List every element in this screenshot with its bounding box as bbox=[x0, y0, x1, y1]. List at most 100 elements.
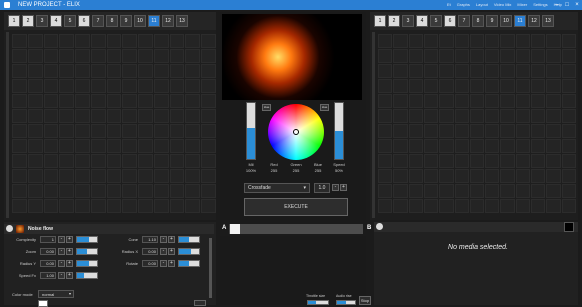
clip-slot[interactable] bbox=[201, 184, 216, 198]
clip-slot[interactable] bbox=[12, 139, 27, 153]
clip-slot[interactable] bbox=[12, 49, 27, 63]
transition-time-input[interactable]: 1.0 bbox=[314, 183, 330, 193]
clip-slot[interactable] bbox=[201, 199, 216, 213]
clip-slot[interactable] bbox=[515, 109, 531, 123]
clip-slot[interactable] bbox=[75, 184, 90, 198]
clip-slot[interactable] bbox=[439, 79, 454, 93]
clip-slot[interactable] bbox=[75, 79, 90, 93]
clip-slot[interactable] bbox=[59, 79, 75, 93]
hue-box[interactable]: Hue bbox=[262, 104, 271, 111]
param-decrement-button[interactable]: - bbox=[160, 260, 167, 267]
clip-slot[interactable] bbox=[515, 79, 531, 93]
clip-slot[interactable] bbox=[408, 154, 423, 168]
fx-param-slider[interactable] bbox=[76, 236, 98, 243]
clip-slot[interactable] bbox=[185, 124, 201, 138]
param-decrement-button[interactable]: - bbox=[160, 236, 167, 243]
clip-slot[interactable] bbox=[393, 184, 408, 198]
clip-slot[interactable] bbox=[469, 109, 485, 123]
deck-thumb-2[interactable]: 2 bbox=[388, 15, 400, 27]
clip-slot[interactable] bbox=[469, 94, 485, 108]
clip-slot[interactable] bbox=[439, 94, 454, 108]
clip-slot[interactable] bbox=[106, 109, 122, 123]
right-deck-scrollbar[interactable] bbox=[372, 32, 375, 218]
clip-slot[interactable] bbox=[515, 169, 531, 183]
clip-slot[interactable] bbox=[106, 154, 122, 168]
fx-param-slider[interactable] bbox=[76, 248, 98, 255]
clip-slot[interactable] bbox=[561, 139, 576, 153]
clip-slot[interactable] bbox=[138, 94, 153, 108]
clip-slot[interactable] bbox=[12, 184, 27, 198]
clip-slot[interactable] bbox=[546, 79, 561, 93]
clip-slot[interactable] bbox=[153, 184, 169, 198]
clip-slot[interactable] bbox=[90, 34, 106, 48]
clip-slot[interactable] bbox=[485, 64, 500, 78]
clip-slot[interactable] bbox=[75, 154, 90, 168]
clip-slot[interactable] bbox=[153, 139, 169, 153]
clip-slot[interactable] bbox=[12, 199, 27, 213]
clip-slot[interactable] bbox=[500, 64, 515, 78]
clip-slot[interactable] bbox=[90, 139, 106, 153]
clip-slot[interactable] bbox=[185, 49, 201, 63]
clip-slot[interactable] bbox=[59, 64, 75, 78]
deck-thumb-9[interactable]: 9 bbox=[486, 15, 498, 27]
param-decrement-button[interactable]: - bbox=[58, 236, 65, 243]
fx-param-value[interactable]: 1.00 bbox=[40, 272, 56, 279]
clip-slot[interactable] bbox=[122, 184, 138, 198]
deck-thumb-1[interactable]: 1 bbox=[374, 15, 386, 27]
clip-slot[interactable] bbox=[138, 49, 153, 63]
clip-slot[interactable] bbox=[122, 109, 138, 123]
menu-item[interactable]: Et bbox=[447, 2, 451, 7]
clip-slot[interactable] bbox=[122, 64, 138, 78]
clip-slot[interactable] bbox=[27, 184, 43, 198]
clip-slot[interactable] bbox=[378, 199, 393, 213]
clip-slot[interactable] bbox=[454, 139, 469, 153]
time-decrement-button[interactable]: - bbox=[332, 184, 339, 191]
fx-param-slider[interactable] bbox=[76, 260, 98, 267]
clip-slot[interactable] bbox=[561, 94, 576, 108]
clip-slot[interactable] bbox=[531, 199, 546, 213]
clip-slot[interactable] bbox=[561, 154, 576, 168]
speed-box[interactable]: Hue bbox=[320, 104, 329, 111]
clip-slot[interactable] bbox=[90, 199, 106, 213]
clip-slot[interactable] bbox=[138, 124, 153, 138]
clip-slot[interactable] bbox=[454, 49, 469, 63]
clip-slot[interactable] bbox=[43, 94, 59, 108]
color-mode-select[interactable]: normal ▾ bbox=[38, 290, 74, 298]
clip-slot[interactable] bbox=[169, 154, 185, 168]
clip-slot[interactable] bbox=[469, 64, 485, 78]
audio-slider[interactable] bbox=[336, 300, 356, 305]
clip-slot[interactable] bbox=[469, 199, 485, 213]
clip-slot[interactable] bbox=[106, 49, 122, 63]
clip-slot[interactable] bbox=[378, 94, 393, 108]
clip-slot[interactable] bbox=[169, 184, 185, 198]
clip-slot[interactable] bbox=[393, 154, 408, 168]
clip-slot[interactable] bbox=[408, 184, 423, 198]
clip-slot[interactable] bbox=[153, 64, 169, 78]
fx-param-value[interactable]: 0.00 bbox=[40, 248, 56, 255]
clip-slot[interactable] bbox=[122, 139, 138, 153]
deck-thumb-1[interactable]: 1 bbox=[8, 15, 20, 27]
clip-slot[interactable] bbox=[185, 154, 201, 168]
clip-slot[interactable] bbox=[43, 124, 59, 138]
clip-slot[interactable] bbox=[439, 199, 454, 213]
speed-bar[interactable] bbox=[334, 102, 344, 160]
deck-thumb-11[interactable]: 11 bbox=[514, 15, 526, 27]
clip-slot[interactable] bbox=[378, 49, 393, 63]
clip-slot[interactable] bbox=[561, 64, 576, 78]
clip-slot[interactable] bbox=[546, 199, 561, 213]
clip-slot[interactable] bbox=[500, 184, 515, 198]
clip-slot[interactable] bbox=[531, 109, 546, 123]
clip-slot[interactable] bbox=[408, 79, 423, 93]
clip-slot[interactable] bbox=[531, 154, 546, 168]
clip-slot[interactable] bbox=[43, 154, 59, 168]
left-deck-scrollbar[interactable] bbox=[6, 32, 9, 218]
clip-slot[interactable] bbox=[408, 139, 423, 153]
deck-thumb-6[interactable]: 6 bbox=[78, 15, 90, 27]
clip-slot[interactable] bbox=[378, 139, 393, 153]
clip-slot[interactable] bbox=[500, 139, 515, 153]
clip-slot[interactable] bbox=[500, 124, 515, 138]
clip-slot[interactable] bbox=[153, 199, 169, 213]
clip-slot[interactable] bbox=[423, 94, 439, 108]
clip-slot[interactable] bbox=[12, 64, 27, 78]
clip-slot[interactable] bbox=[439, 139, 454, 153]
